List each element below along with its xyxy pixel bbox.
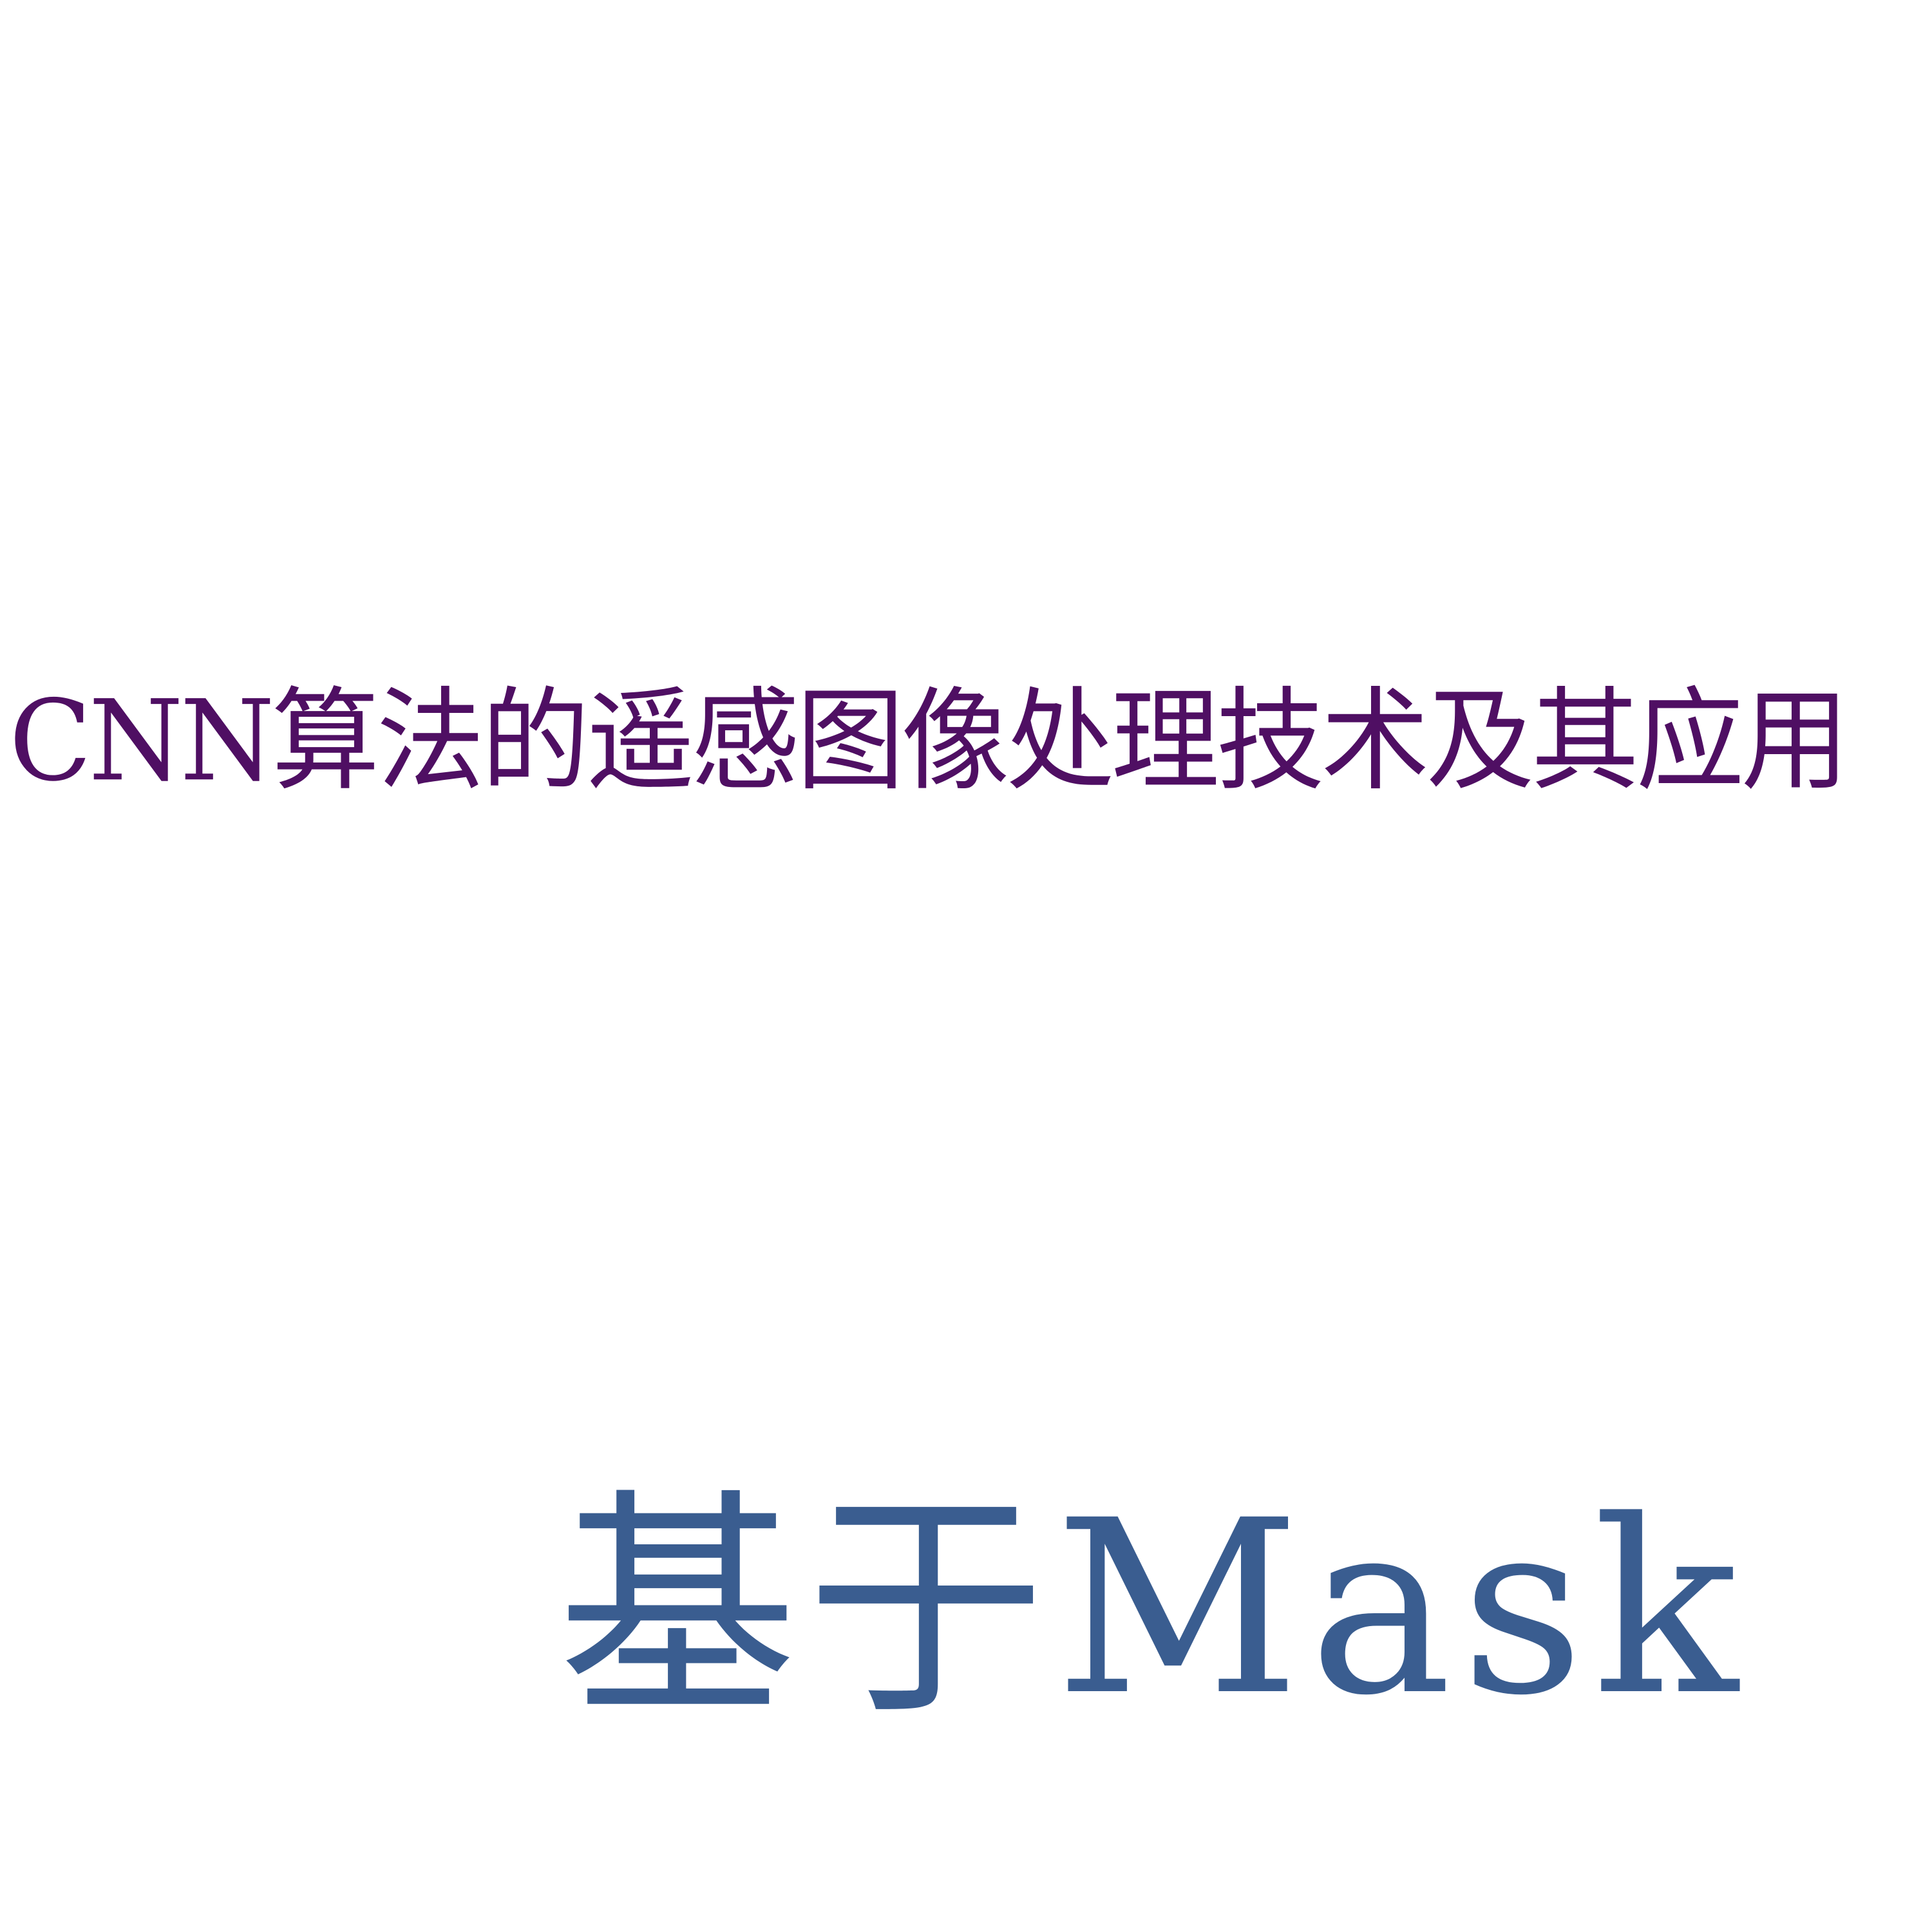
- document-text-line-1: CNN算法的遥感图像处理技术及其应用: [9, 676, 1850, 806]
- document-text-line-2: 基于Mask: [558, 1469, 1748, 1748]
- document-page: CNN算法的遥感图像处理技术及其应用 基于Mask: [0, 0, 1932, 1932]
